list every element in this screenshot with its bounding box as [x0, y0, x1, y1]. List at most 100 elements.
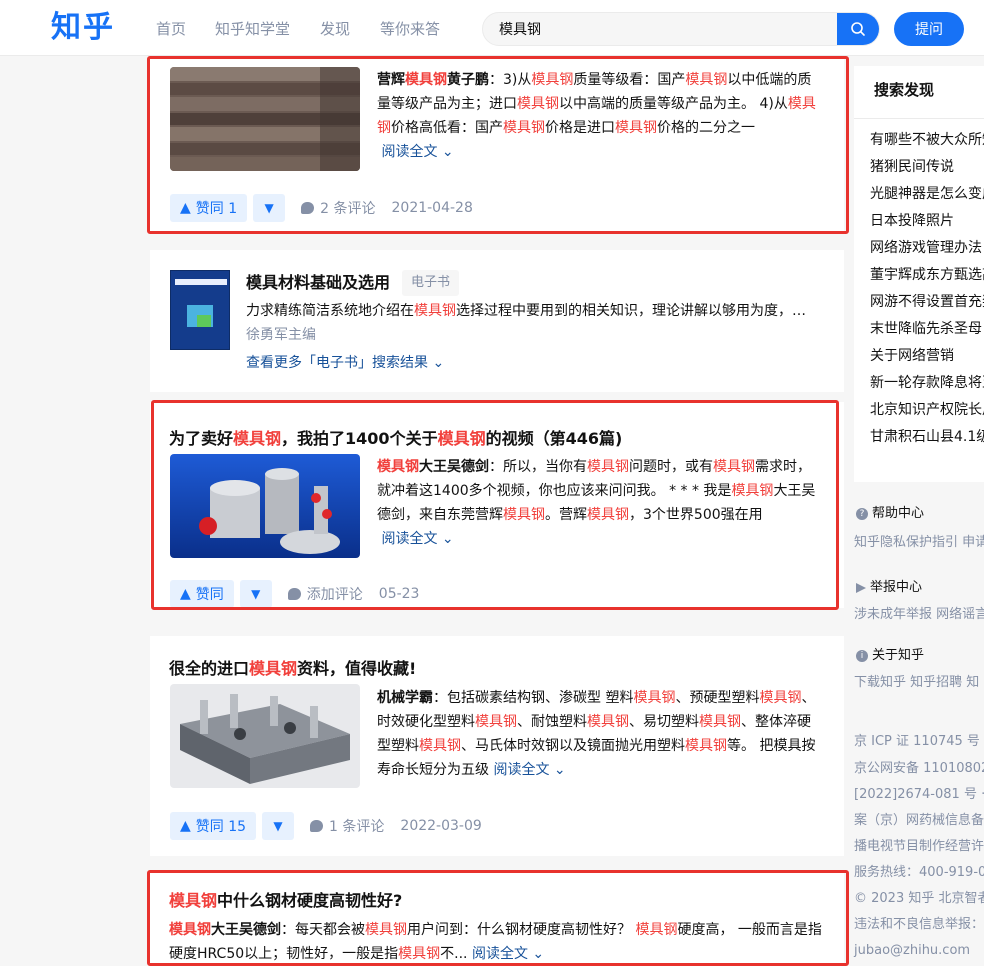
post-date: 2022-03-09 [400, 818, 482, 834]
trending-item[interactable]: 董宇辉成东方甄选高 [870, 265, 984, 285]
icp-line[interactable]: 京 ICP 证 110745 号 · 京 [854, 733, 984, 751]
ebook-tag: 电子书 [402, 270, 460, 296]
illegal-report-line[interactable]: 违法和不良信息举报：0 [854, 916, 984, 934]
trending-item[interactable]: 光腿神器是怎么变成 [870, 184, 984, 204]
comment-icon [310, 820, 324, 832]
trending-item[interactable]: 关于网络营销 [870, 346, 954, 366]
service-hotline: 服务热线：400-919-000 [854, 865, 984, 880]
result-title[interactable]: 模具钢中什么钢材硬度高韧性好? [169, 890, 402, 912]
result-title[interactable]: 为了卖好模具钢，我拍了1400个关于模具钢的视频（第446篇) [169, 428, 622, 450]
result-card-3: 为了卖好模具钢，我拍了1400个关于模具钢的视频（第446篇) 模具钢大王吴德剑… [150, 402, 844, 608]
report-links[interactable]: 涉未成年举报 网络谣言 [854, 606, 984, 624]
trending-item[interactable]: 新一轮存款降息将至 [870, 373, 984, 393]
chevron-down-icon: ⌄ [553, 762, 566, 778]
comment-button[interactable]: 添加评论 [287, 584, 363, 604]
upvote-button[interactable]: ▲ 赞同 15 [170, 812, 257, 840]
trending-item[interactable]: 北京知识产权院长用 [870, 400, 984, 420]
author-name[interactable]: 营辉模具钢黄子鹏 [377, 72, 489, 88]
chevron-down-icon: ⌄ [432, 355, 445, 371]
result-card-4: 很全的进口模具钢资料，值得收藏! 机械学霸：包括碳素结构钢、渗碳型 塑料模具钢、… [150, 636, 844, 856]
author-name[interactable]: 模具钢大王吴德剑 [377, 459, 489, 475]
result-card-1: 营辉模具钢黄子鹏：3)从模具钢质量等级看：国产模具钢以中低端的质量等级产品为主；… [150, 56, 844, 232]
about-links[interactable]: 下载知乎 知乎招聘 知 [854, 674, 979, 692]
comment-icon [287, 588, 301, 600]
read-more-link[interactable]: 阅读全文 ⌄ [493, 762, 565, 778]
search-button[interactable] [837, 13, 879, 45]
triangle-up-icon: ▲ [180, 818, 191, 834]
question-icon: ? [856, 508, 868, 520]
triangle-down-icon: ▼ [251, 587, 261, 601]
flag-icon [856, 583, 866, 593]
result-title[interactable]: 很全的进口模具钢资料，值得收藏! [169, 658, 416, 680]
more-ebook-results-link[interactable]: 查看更多「电子书」搜索结果 ⌄ [246, 352, 444, 374]
ebook-title[interactable]: 模具材料基础及选用 [246, 272, 390, 294]
nav-waiting-answers[interactable]: 等你来答 [380, 19, 440, 39]
chevron-down-icon: ⌄ [532, 946, 545, 962]
triangle-up-icon: ▲ [180, 200, 191, 216]
chevron-down-icon: ⌄ [441, 144, 454, 160]
ebook-editor: 徐勇军主编 [246, 327, 316, 343]
result-excerpt[interactable]: 模具钢大王吴德剑：每天都会被模具钢用户问到：什么钢材硬度高韧性好？ 模具钢硬度高… [169, 918, 824, 966]
result-excerpt[interactable]: 营辉模具钢黄子鹏：3)从模具钢质量等级看：国产模具钢以中低端的质量等级产品为主；… [377, 68, 823, 164]
zhihu-logo[interactable]: 知乎 [51, 9, 115, 47]
triangle-down-icon: ▼ [264, 201, 274, 215]
chevron-down-icon: ⌄ [441, 531, 454, 547]
ebook-cover[interactable] [170, 270, 230, 350]
search-input[interactable] [483, 13, 839, 45]
action-bar: ▲ 赞同 15 ▼ 1 条评论 2022-03-09 [170, 812, 482, 840]
action-bar: ▲ 赞同 1 ▼ 2 条评论 2021-04-28 [170, 194, 473, 222]
read-more-link[interactable]: 阅读全文 ⌄ [377, 531, 454, 547]
post-date: 05-23 [378, 586, 420, 602]
upvote-button[interactable]: ▲ 赞同 [170, 580, 234, 608]
trending-item[interactable]: 日本投降照片 [870, 211, 954, 231]
report-center-link[interactable]: 举报中心 [856, 579, 922, 597]
nav-discover[interactable]: 发现 [320, 19, 350, 39]
search-box [482, 12, 880, 46]
ebook-card: 模具材料基础及选用 电子书 力求精练简洁系统地介绍在模具钢选择过程中要用到的相关… [150, 250, 844, 392]
nav-home[interactable]: 首页 [156, 19, 186, 39]
post-date: 2021-04-28 [391, 200, 473, 216]
steel-plates-thumbnail[interactable] [170, 67, 360, 171]
trending-item[interactable]: 猪猁民间传说 [870, 157, 954, 177]
top-header: 知乎 首页 知乎知学堂 发现 等你来答 提问 [0, 0, 984, 56]
gongan-line[interactable]: 京公网安备 110108020 [854, 760, 984, 778]
divider [854, 118, 984, 119]
downvote-button[interactable]: ▼ [262, 812, 295, 840]
mold-thumbnail[interactable] [170, 684, 360, 788]
read-more-link[interactable]: 阅读全文 ⌄ [472, 946, 544, 962]
author-name[interactable]: 机械学霸 [377, 690, 433, 706]
search-discover-title: 搜索发现 [874, 81, 935, 99]
read-more-link[interactable]: 阅读全文 ⌄ [377, 144, 454, 160]
downvote-button[interactable]: ▼ [253, 194, 286, 222]
broadcast-line[interactable]: 播电视节目制作经营许 [854, 838, 984, 856]
nav-zhixuetang[interactable]: 知乎知学堂 [215, 19, 290, 39]
medical-line[interactable]: 案（京）网药械信息备 [854, 812, 984, 830]
trending-item[interactable]: 有哪些不被大众所知 [870, 130, 984, 150]
ebook-desc: 力求精练简洁系统地介绍在模具钢选择过程中要用到的相关知识，理论讲解以够用为度，… [246, 303, 806, 319]
triangle-down-icon: ▼ [273, 819, 283, 833]
trending-item[interactable]: 网游不得设置首充奖 [870, 292, 984, 312]
report-email[interactable]: jubao@zhihu.com [854, 942, 970, 960]
comment-icon [301, 202, 315, 214]
result-card-5: 模具钢中什么钢材硬度高韧性好? 模具钢大王吴德剑：每天都会被模具钢用户问到：什么… [150, 870, 844, 966]
action-bar: ▲ 赞同 ▼ 添加评论 05-23 [170, 580, 419, 608]
trending-item[interactable]: 网络游戏管理办法 [870, 238, 982, 258]
drug-license-line[interactable]: [2022]2674-081 号 · 药 [854, 786, 984, 804]
triangle-up-icon: ▲ [180, 586, 191, 602]
trending-item[interactable]: 甘肃积石山县4.1级 [870, 427, 984, 447]
help-center-link[interactable]: ? 帮助中心 [856, 505, 924, 523]
about-zhihu-link[interactable]: i 关于知乎 [856, 647, 924, 665]
downvote-button[interactable]: ▼ [239, 580, 272, 608]
author-name[interactable]: 模具钢大王吴德剑 [169, 922, 281, 938]
trending-item[interactable]: 末世降临先杀圣母 [870, 319, 982, 339]
comment-button[interactable]: 2 条评论 [301, 198, 376, 218]
upvote-button[interactable]: ▲ 赞同 1 [170, 194, 248, 222]
comment-button[interactable]: 1 条评论 [310, 816, 384, 836]
help-links[interactable]: 知乎隐私保护指引 申请 [854, 534, 984, 552]
result-excerpt[interactable]: 机械学霸：包括碳素结构钢、渗碳型 塑料模具钢、预硬型塑料模具钢、时效硬化型塑料模… [377, 686, 823, 782]
ask-question-button[interactable]: 提问 [894, 12, 964, 46]
steel-rods-thumbnail[interactable] [170, 454, 360, 558]
copyright: © 2023 知乎 北京智者 [854, 891, 984, 906]
result-excerpt[interactable]: 模具钢大王吴德剑：所以，当你有模具钢问题时，或有模具钢需求时，就冲着这1400多… [377, 455, 823, 551]
info-icon: i [856, 650, 868, 662]
